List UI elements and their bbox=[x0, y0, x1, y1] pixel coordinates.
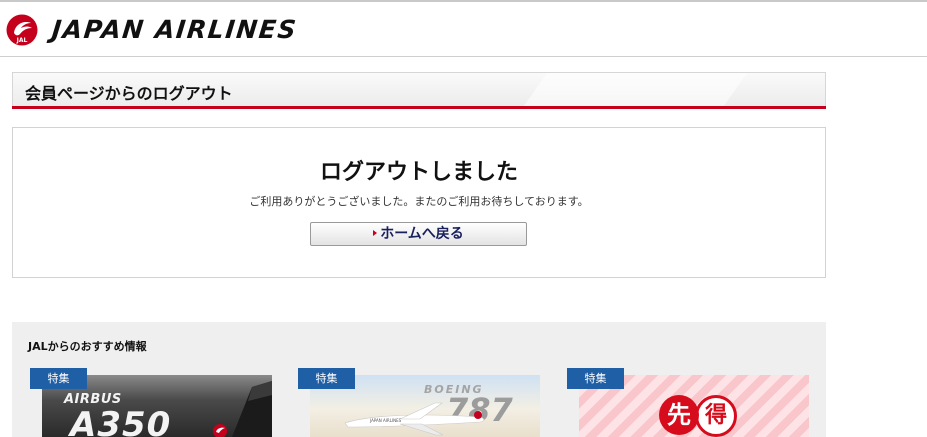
toku-mark: 得 bbox=[695, 395, 737, 437]
feature-card-sakitoku[interactable]: 特集 先 得 bbox=[567, 368, 809, 437]
section-title: 会員ページからのログアウト bbox=[25, 84, 233, 103]
feature-card-a350[interactable]: 特集 AIRBUS A350 bbox=[30, 368, 272, 437]
logout-panel: ログアウトしました ご利用ありがとうございました。またのご利用お待ちしております… bbox=[12, 127, 826, 278]
saki-mark: 先 bbox=[659, 395, 699, 435]
site-header: JAL JAPAN AIRLINES bbox=[0, 2, 927, 56]
logout-heading: ログアウトしました bbox=[319, 160, 518, 185]
airplane-icon: JAPAN AIRLINES bbox=[344, 402, 485, 436]
a350-model-text: A350 bbox=[70, 405, 172, 437]
jal-crane-logo-icon[interactable]: JAL bbox=[6, 14, 38, 46]
header-divider bbox=[0, 56, 927, 57]
sakitoku-mark: 先 得 bbox=[659, 395, 737, 437]
home-button[interactable]: ホームへ戻る bbox=[310, 222, 527, 246]
home-button-label: ホームへ戻る bbox=[380, 226, 464, 242]
feature-tag: 特集 bbox=[298, 368, 355, 389]
section-header: 会員ページからのログアウト bbox=[12, 72, 826, 106]
feature-tag: 特集 bbox=[30, 368, 87, 389]
feature-tag: 特集 bbox=[567, 368, 624, 389]
section-underline bbox=[12, 106, 826, 109]
feature-card-787[interactable]: 特集 BOEING 787 JAPAN AIRLINES bbox=[298, 368, 540, 437]
recommendation-title: JALからのおすすめ情報 bbox=[28, 340, 147, 353]
aircraft-tail-icon bbox=[213, 381, 272, 437]
livery-text: JAPAN AIRLINES bbox=[369, 418, 402, 423]
recommendation-panel: JALからのおすすめ情報 特集 AIRBUS A350 特集 BOEING 78… bbox=[12, 322, 826, 437]
brand-wordmark[interactable]: JAPAN AIRLINES bbox=[50, 15, 298, 44]
arrow-right-icon bbox=[373, 229, 378, 236]
logo-badge-text: JAL bbox=[16, 37, 28, 44]
logout-message: ご利用ありがとうございました。またのご利用お待ちしております。 bbox=[249, 195, 589, 208]
